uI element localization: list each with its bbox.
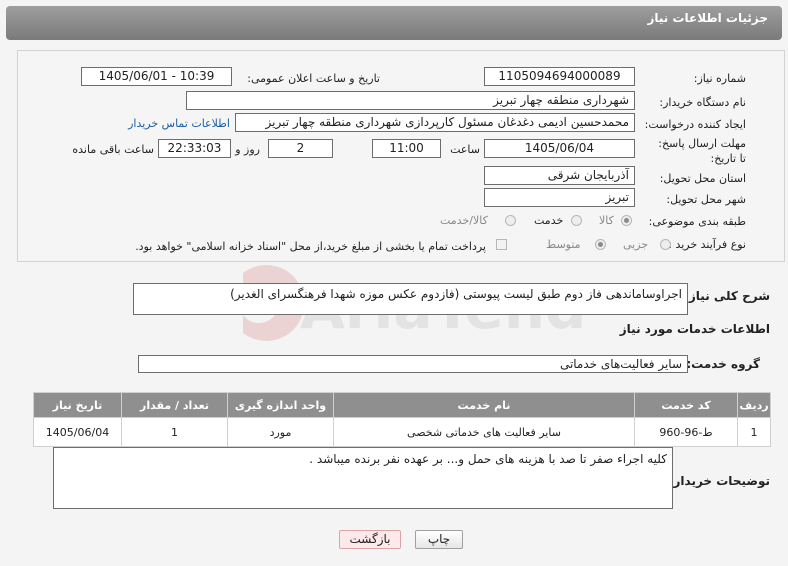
col-row-header: ردیف (737, 392, 771, 418)
back-button[interactable]: بازگشت (339, 530, 401, 549)
category-radio-goods-service[interactable] (505, 215, 516, 226)
buyer-notes-label: توضیحات خریدار: (668, 474, 770, 488)
page-title: جزئیات اطلاعات نیاز (647, 11, 768, 25)
buyer-org-field: شهرداری منطقه چهار تبریز (186, 91, 635, 110)
category-option-goods-service: کالا/خدمت (440, 214, 488, 227)
city-field: تبریز (484, 188, 635, 207)
remaining-time-field: 22:33:03 (158, 139, 231, 158)
province-label: استان محل تحویل: (659, 172, 746, 185)
col-code-header: کد خدمت (634, 392, 738, 418)
service-name-cell: سایر فعالیت های خدماتی شخصی (333, 417, 635, 447)
col-date-header: تاریخ نیاز (33, 392, 122, 418)
row-number-cell: 1 (737, 417, 771, 447)
service-group-label: گروه خدمت: (686, 357, 760, 371)
deadline-label: مهلت ارسال پاسخ: تا تاریخ: (658, 137, 746, 165)
buyer-org-label: نام دستگاه خریدار: (659, 96, 746, 109)
payment-note: پرداخت تمام یا بخشی از مبلغ خرید،از محل … (135, 240, 486, 253)
summary-label: شرح کلی نیاز: (684, 289, 770, 303)
table-row: 1 ط-96-960 سایر فعالیت های خدماتی شخصی م… (33, 417, 771, 447)
category-radio-service[interactable] (571, 215, 582, 226)
process-radio-minor[interactable] (660, 239, 671, 250)
need-date-cell: 1405/06/04 (33, 417, 122, 447)
creator-label: ایجاد کننده درخواست: (644, 118, 746, 131)
category-radio-goods[interactable] (621, 215, 632, 226)
category-label: طبقه بندی موضوعی: (648, 215, 746, 228)
table-header-row: ردیف کد خدمت نام خدمت واحد اندازه گیری ت… (33, 392, 771, 418)
days-field: 2 (268, 139, 333, 158)
buyer-notes-textarea[interactable]: کلیه اجراء صفر تا صد با هزینه های حمل و.… (53, 447, 673, 509)
announce-datetime-field: 1405/06/01 - 10:39 (81, 67, 232, 86)
days-label: روز و (235, 143, 260, 156)
category-option-goods: کالا (599, 214, 614, 227)
announce-label: تاریخ و ساعت اعلان عمومی: (247, 72, 380, 85)
print-button[interactable]: چاپ (415, 530, 463, 549)
need-number-label: شماره نیاز: (693, 72, 746, 85)
time-label: ساعت (450, 143, 480, 156)
col-qty-header: تعداد / مقدار (121, 392, 228, 418)
process-option-medium: متوسط (546, 238, 581, 251)
province-field: آذربایجان شرقی (484, 166, 635, 185)
creator-field: محمدحسین ادیمی دغدغان مسئول کارپردازی شه… (235, 113, 635, 132)
city-label: شهر محل تحویل: (666, 193, 746, 206)
need-number-field: 1105094694000089 (484, 67, 635, 86)
service-group-field: سایر فعالیت‌های خدماتی (138, 355, 688, 373)
services-table: ردیف کد خدمت نام خدمت واحد اندازه گیری ت… (33, 392, 771, 447)
deadline-date-field: 1405/06/04 (484, 139, 635, 158)
service-code-cell: ط-96-960 (634, 417, 738, 447)
summary-textarea[interactable]: اجراوساماندهی فاز دوم طبق لیست پیوستی (ف… (133, 283, 688, 315)
remaining-label: ساعت باقی مانده (72, 143, 154, 156)
col-name-header: نام خدمت (333, 392, 635, 418)
services-section-title: اطلاعات خدمات مورد نیاز (619, 322, 770, 336)
process-radio-medium[interactable] (595, 239, 606, 250)
treasury-payment-checkbox[interactable] (496, 239, 507, 250)
process-label: نوع فرآیند خرید : (668, 238, 746, 251)
contact-info-link[interactable]: اطلاعات تماس خریدار (128, 117, 230, 130)
unit-cell: مورد (227, 417, 334, 447)
deadline-time-field: 11:00 (372, 139, 441, 158)
process-option-minor: جزیی (623, 238, 649, 251)
category-option-service: خدمت (534, 214, 564, 227)
col-unit-header: واحد اندازه گیری (227, 392, 334, 418)
quantity-cell: 1 (121, 417, 228, 447)
